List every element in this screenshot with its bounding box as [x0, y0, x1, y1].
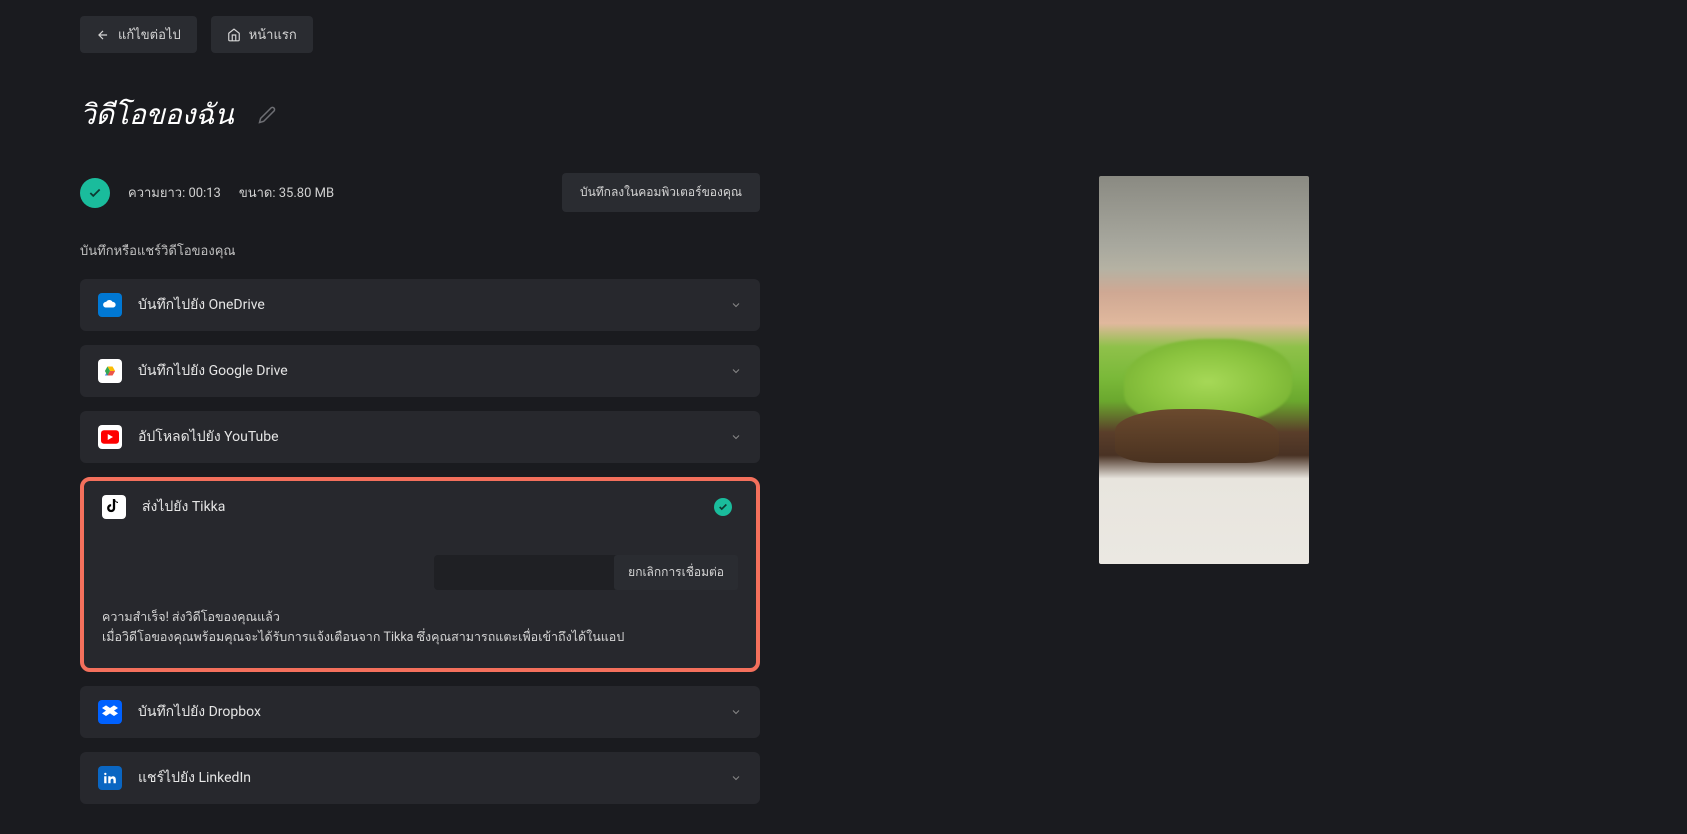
edit-next-label: แก้ไขต่อไป [118, 24, 181, 45]
share-section-label: บันทึกหรือแชร์วิดีโอของคุณ [80, 240, 760, 261]
arrow-left-icon [96, 28, 110, 42]
dropbox-icon [98, 700, 122, 724]
chevron-down-icon [730, 431, 742, 443]
gdrive-icon [98, 359, 122, 383]
onedrive-label: บันทึกไปยัง OneDrive [138, 294, 714, 316]
page-title: วิดีโอของฉัน [80, 93, 234, 137]
tiktok-label: ส่งไปยัง Tikka [142, 496, 698, 518]
linkedin-icon [98, 766, 122, 790]
chevron-down-icon [730, 365, 742, 377]
size-meta: ขนาด: 35.80 MB [239, 182, 334, 203]
chevron-down-icon [730, 706, 742, 718]
share-item-gdrive[interactable]: บันทึกไปยัง Google Drive [80, 345, 760, 397]
youtube-icon [98, 425, 122, 449]
tiktok-status-icon [714, 498, 732, 516]
disconnect-button[interactable]: ยกเลิกการเชื่อมต่อ [614, 555, 738, 590]
edit-title-icon[interactable] [258, 106, 276, 124]
length-meta: ความยาว: 00:13 [128, 182, 221, 203]
tiktok-success-message: ความสำเร็จ! ส่งวิดีโอของคุณแล้ว เมื่อวิด… [102, 608, 738, 648]
chevron-down-icon [730, 772, 742, 784]
share-item-tiktok: ส่งไปยัง Tikka ยกเลิกการเชื่อมต่อ ความสำ… [80, 477, 760, 672]
dropbox-label: บันทึกไปยัง Dropbox [138, 701, 714, 723]
edit-next-button[interactable]: แก้ไขต่อไป [80, 16, 197, 53]
onedrive-icon [98, 293, 122, 317]
youtube-label: อัปโหลดไปยัง YouTube [138, 426, 714, 448]
save-to-computer-button[interactable]: บันทึกลงในคอมพิวเตอร์ของคุณ [562, 173, 760, 212]
home-button[interactable]: หน้าแรก [211, 16, 313, 53]
video-preview-thumbnail [1099, 176, 1309, 564]
home-icon [227, 28, 241, 42]
share-item-linkedin[interactable]: แชร์ไปยัง LinkedIn [80, 752, 760, 804]
tiktok-icon [102, 495, 126, 519]
status-check-icon [80, 178, 110, 208]
share-item-onedrive[interactable]: บันทึกไปยัง OneDrive [80, 279, 760, 331]
share-item-dropbox[interactable]: บันทึกไปยัง Dropbox [80, 686, 760, 738]
gdrive-label: บันทึกไปยัง Google Drive [138, 360, 714, 382]
home-label: หน้าแรก [249, 24, 297, 45]
linkedin-label: แชร์ไปยัง LinkedIn [138, 767, 714, 789]
share-item-youtube[interactable]: อัปโหลดไปยัง YouTube [80, 411, 760, 463]
chevron-down-icon [730, 299, 742, 311]
